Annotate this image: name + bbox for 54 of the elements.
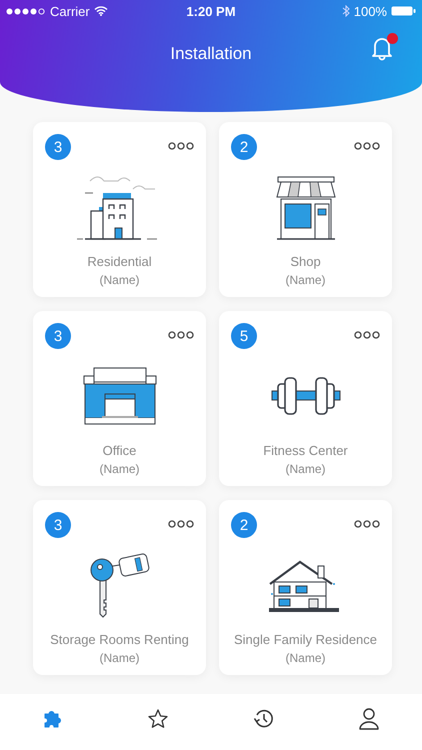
more-button[interactable] xyxy=(168,331,194,341)
more-icon xyxy=(354,142,380,150)
tab-button[interactable] xyxy=(358,707,380,731)
wifi-icon xyxy=(94,6,108,16)
key-drawing xyxy=(88,552,152,618)
more-button[interactable] xyxy=(354,520,380,530)
tab-button[interactable] xyxy=(147,708,170,730)
more-icon xyxy=(354,331,380,339)
screen-title: Installation xyxy=(170,44,252,64)
dumbbell-drawing xyxy=(270,376,342,416)
more-button[interactable] xyxy=(354,331,380,341)
more-button[interactable] xyxy=(168,520,194,530)
card-title: Single Family Residence xyxy=(234,632,378,647)
card-subtitle: (Name) xyxy=(99,273,140,287)
card-title: Fitness Center xyxy=(263,443,348,458)
history-icon xyxy=(252,708,275,730)
card-title: Storage Rooms Renting xyxy=(50,632,189,647)
card-subtitle: (Name) xyxy=(285,651,326,665)
bell-icon xyxy=(370,35,394,61)
more-button[interactable] xyxy=(168,142,194,152)
category-card[interactable]: 5 Fitness Center (Name) xyxy=(219,311,392,486)
count-badge: 3 xyxy=(45,512,71,538)
more-button[interactable] xyxy=(354,142,380,152)
more-icon xyxy=(168,520,194,528)
count-badge: 3 xyxy=(45,323,71,349)
category-card[interactable]: 2 Single Family Residence (Name) xyxy=(219,500,392,675)
category-card[interactable]: 3 Storage Rooms Renting (Name) xyxy=(33,500,206,675)
category-card[interactable]: 2 Shop (Name) xyxy=(219,122,392,297)
count-badge: 5 xyxy=(231,323,257,349)
count-badge: 3 xyxy=(45,134,71,160)
card-title: Residential xyxy=(87,254,152,269)
tab-button[interactable] xyxy=(252,708,275,730)
bluetooth-icon xyxy=(342,5,350,17)
status-time: 1:20 PM xyxy=(186,4,236,18)
star-icon xyxy=(147,708,170,730)
card-subtitle: (Name) xyxy=(285,273,326,287)
category-card[interactable]: 3 Office (Name) xyxy=(33,311,206,486)
card-title: Shop xyxy=(290,254,321,269)
carrier-name: Carrier xyxy=(50,4,90,18)
category-card[interactable]: 3 Residential (Name) xyxy=(33,122,206,297)
battery-level: 100% xyxy=(354,4,387,18)
count-badge: 2 xyxy=(231,134,257,160)
profile-icon xyxy=(358,707,380,731)
signal-icon xyxy=(6,8,46,14)
count-badge: 2 xyxy=(231,512,257,538)
card-subtitle: (Name) xyxy=(99,462,140,476)
more-icon xyxy=(168,331,194,339)
card-title: Office xyxy=(102,443,136,458)
card-subtitle: (Name) xyxy=(285,462,326,476)
more-icon xyxy=(354,520,380,528)
more-icon xyxy=(168,142,194,150)
battery-icon xyxy=(390,6,416,16)
card-subtitle: (Name) xyxy=(99,651,140,665)
puzzle-icon xyxy=(42,708,64,730)
